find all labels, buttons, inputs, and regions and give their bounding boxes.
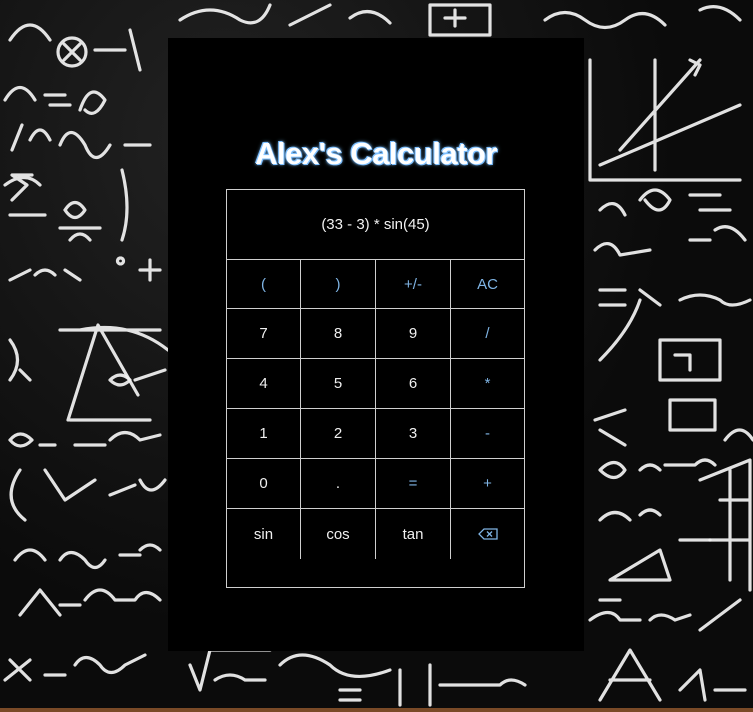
key-divide-label: /	[485, 325, 490, 342]
key-close-paren[interactable]: )	[301, 260, 376, 309]
key-equals-label: =	[408, 475, 418, 492]
key-multiply[interactable]: *	[451, 359, 524, 409]
key-subtract[interactable]: -	[451, 409, 524, 459]
key-1[interactable]: 1	[227, 409, 301, 459]
key-8-label: 8	[333, 325, 343, 342]
key-tan[interactable]: tan	[376, 509, 451, 559]
key-tan-label: tan	[402, 525, 424, 543]
key-0-label: 0	[259, 475, 268, 492]
key-add-label: +	[483, 475, 492, 492]
backspace-icon	[477, 528, 498, 540]
key-sin[interactable]: sin	[227, 509, 301, 559]
key-equals[interactable]: =	[376, 459, 451, 509]
key-3-label: 3	[408, 425, 418, 442]
page-title: Alex's Calculator	[255, 136, 497, 171]
key-7[interactable]: 7	[227, 309, 301, 359]
key-add[interactable]: +	[451, 459, 524, 509]
key-0[interactable]: 0	[227, 459, 301, 509]
key-backspace[interactable]	[451, 509, 524, 559]
calculator-display: (33 - 3) * sin(45)	[227, 190, 524, 260]
key-6[interactable]: 6	[376, 359, 451, 409]
key-1-label: 1	[259, 425, 268, 442]
key-open-paren[interactable]: (	[227, 260, 301, 309]
key-multiply-label: *	[484, 375, 491, 392]
display-expression: (33 - 3) * sin(45)	[321, 216, 430, 233]
key-5-label: 5	[333, 375, 343, 392]
key-cos-label: cos	[326, 525, 350, 543]
key-sin-label: sin	[253, 525, 274, 543]
key-9[interactable]: 9	[376, 309, 451, 359]
key-4-label: 4	[259, 375, 268, 392]
key-9-label: 9	[408, 325, 418, 342]
key-negate-label: +/-	[404, 275, 422, 293]
key-decimal[interactable]: .	[301, 459, 376, 509]
key-2[interactable]: 2	[301, 409, 376, 459]
key-all-clear[interactable]: AC	[451, 260, 524, 309]
key-negate[interactable]: +/-	[376, 260, 451, 309]
key-5[interactable]: 5	[301, 359, 376, 409]
key-3[interactable]: 3	[376, 409, 451, 459]
calculator: (33 - 3) * sin(45) () +/- AC 7 8 9 / 4 5 6 * 1 2 3 - 0.…	[226, 189, 525, 588]
key-6-label: 6	[408, 375, 418, 392]
keypad: () +/- AC 7 8 9 / 4 5 6 * 1 2 3 - 0. = + sin cos tan	[227, 260, 524, 559]
key-2-label: 2	[333, 425, 343, 442]
key-close-paren-label: )	[335, 275, 341, 293]
key-8[interactable]: 8	[301, 309, 376, 359]
key-cos[interactable]: cos	[301, 509, 376, 559]
key-divide[interactable]: /	[451, 309, 524, 359]
key-all-clear-label: AC	[477, 275, 498, 293]
key-4[interactable]: 4	[227, 359, 301, 409]
key-7-label: 7	[259, 325, 268, 342]
key-open-paren-label: (	[261, 275, 266, 293]
key-subtract-label: -	[485, 425, 490, 442]
key-decimal-label: .	[335, 475, 341, 492]
bottom-edge-bar	[0, 708, 753, 712]
